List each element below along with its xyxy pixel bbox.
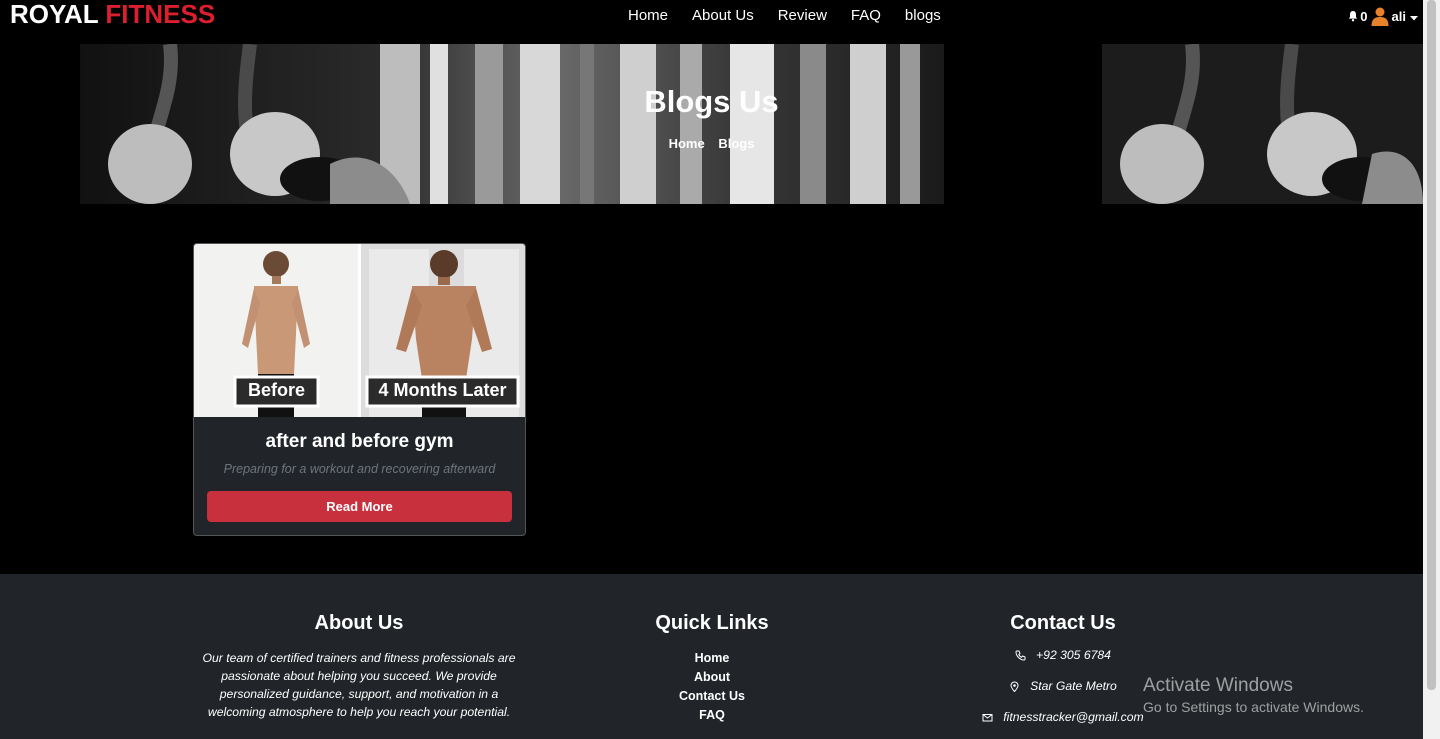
hero-rope-image [80,44,944,204]
footer-quick-links: Quick Links Home About Contact Us FAQ [612,612,812,725]
card-description: Preparing for a workout and recovering a… [223,462,496,476]
footer-link-contact[interactable]: Contact Us [612,687,812,706]
nav-blogs[interactable]: blogs [893,5,953,27]
footer-about: About Us Our team of certified trainers … [200,612,518,721]
notification-count: 0 [1360,8,1368,24]
before-after-image: Before 4 Months Later [194,244,525,417]
brand-word-royal: ROYAL [10,0,99,29]
vertical-scrollbar[interactable] [1423,0,1440,739]
footer-contact: Contact Us +92 305 6784 Star Gate Metro … [960,612,1166,738]
contact-email: fitnesstracker@gmail.com [960,707,1166,727]
hero-banner: Blogs Us Home Blogs [0,44,1423,204]
user-area: 0 ali [1347,6,1419,26]
footer-link-home[interactable]: Home [612,649,812,668]
contact-phone: +92 305 6784 [960,645,1166,665]
before-label: Before [247,380,305,400]
page: ROYAL FITNESS Home About Us Review FAQ b… [0,0,1423,739]
username[interactable]: ali [1392,9,1406,24]
footer-contact-heading: Contact Us [1010,612,1116,634]
brand-word-fitness: FITNESS [105,0,216,29]
blog-card: Before 4 Months Later after and before g… [193,243,526,536]
breadcrumb-blogs: Blogs [718,136,755,151]
nav-home[interactable]: Home [616,5,680,27]
footer-about-heading: About Us [314,612,404,634]
footer-link-faq[interactable]: FAQ [612,706,812,725]
watermark-subtitle: Go to Settings to activate Windows. [1143,699,1364,715]
phone-icon [1015,650,1026,661]
mail-icon [982,713,993,721]
activate-windows-watermark: Activate Windows Go to Settings to activ… [1143,675,1364,717]
breadcrumb: Home Blogs [0,136,1423,151]
avatar-icon[interactable] [1370,6,1390,26]
contact-phone-text: +92 305 6784 [1036,648,1111,662]
card-title: after and before gym [265,431,454,452]
bell-icon[interactable] [1347,10,1359,22]
contact-email-text[interactable]: fitnesstracker@gmail.com [1003,707,1143,727]
contact-address-text: Star Gate Metro [1030,679,1117,693]
hero-rope-image-repeat [1102,44,1423,204]
brand-logo[interactable]: ROYAL FITNESS [10,0,215,28]
nav-about-us[interactable]: About Us [680,5,766,27]
chevron-down-icon[interactable] [1409,11,1419,21]
watermark-title: Activate Windows [1143,675,1293,696]
footer-links-heading: Quick Links [655,612,769,634]
navbar: ROYAL FITNESS Home About Us Review FAQ b… [0,0,1423,44]
contact-address: Star Gate Metro [960,676,1166,696]
nav-links: Home About Us Review FAQ blogs [616,5,953,27]
footer-about-text: Our team of certified trainers and fitne… [202,651,516,719]
read-more-button[interactable]: Read More [207,491,512,522]
location-pin-icon [1010,680,1019,692]
page-title: Blogs Us [644,84,779,119]
footer-link-about[interactable]: About [612,668,812,687]
scrollbar-thumb[interactable] [1427,0,1436,690]
nav-review[interactable]: Review [766,5,839,27]
after-label: 4 Months Later [378,380,507,400]
nav-faq[interactable]: FAQ [839,5,893,27]
breadcrumb-home[interactable]: Home [669,136,705,151]
